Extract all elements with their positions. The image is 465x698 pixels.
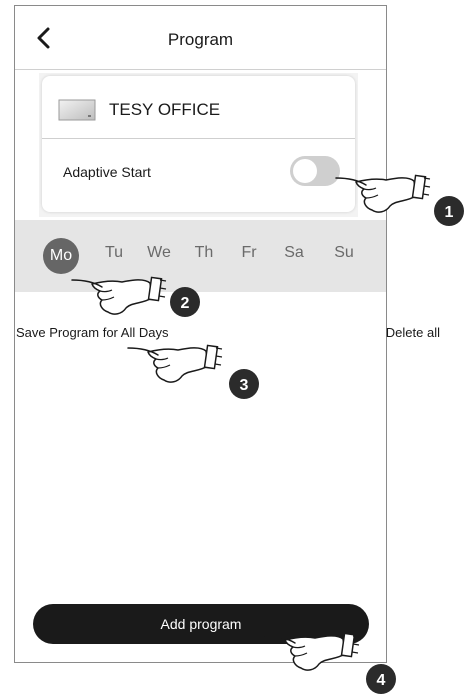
toggle-knob [293, 159, 317, 183]
device-name: TESY OFFICE [109, 100, 221, 119]
adaptive-start-label: Adaptive Start [63, 164, 151, 180]
day-tu[interactable]: Tu [94, 244, 134, 262]
day-selector: Mo Tu We Th Fr Sa Su [15, 220, 386, 292]
heater-panel-icon [58, 99, 96, 121]
svg-text:1: 1 [445, 204, 454, 221]
save-program-all-days-link[interactable]: Save Program for All Days [16, 325, 168, 340]
day-sa[interactable]: Sa [274, 244, 314, 262]
add-program-button[interactable]: Add program [33, 604, 369, 644]
day-fr[interactable]: Fr [229, 244, 269, 262]
app-header: Program [15, 6, 386, 70]
svg-text:4: 4 [377, 672, 386, 689]
callout-badge-1: 1 [434, 196, 464, 226]
card-divider [42, 138, 355, 139]
day-mo[interactable]: Mo [43, 238, 79, 274]
adaptive-start-toggle[interactable] [290, 156, 340, 186]
delete-all-link[interactable]: Delete all [386, 325, 440, 340]
callout-badge-4: 4 [366, 664, 396, 694]
day-we[interactable]: We [139, 244, 179, 262]
page-title: Program [167, 30, 234, 49]
day-th[interactable]: Th [184, 244, 224, 262]
device-card: TESY OFFICE Adaptive Start [42, 76, 355, 212]
day-su[interactable]: Su [324, 244, 364, 262]
